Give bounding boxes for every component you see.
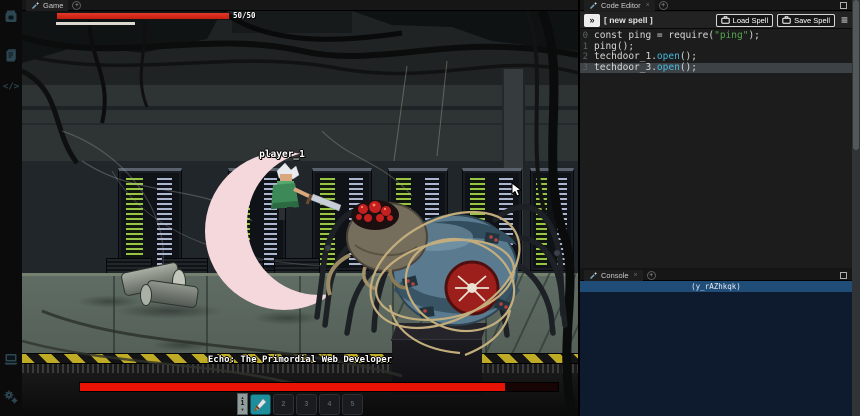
run-spell-button[interactable]: » (584, 14, 600, 27)
code-method: open (657, 52, 680, 63)
player-name-label: player_1 (227, 149, 337, 160)
code-text: (); (680, 52, 697, 63)
wand-icon (589, 271, 598, 280)
line-number: 0 (580, 31, 594, 42)
editor-toolbar: » [ new spell ] Load Spell Save Spell ≡ (580, 12, 852, 29)
player-health-text: 50/50 (233, 11, 256, 20)
spider-boss (317, 188, 565, 355)
game-panel: Game + (22, 0, 578, 416)
scrollbar[interactable] (852, 0, 860, 416)
journal-icon[interactable] (0, 44, 22, 66)
code-line[interactable]: 2techdoor_1.open(); (580, 52, 852, 63)
wand-icon (31, 1, 40, 10)
inventory-icon[interactable] (0, 5, 22, 27)
hotbar-slot-5[interactable]: 5 (342, 394, 363, 415)
boss-health-fill (80, 383, 505, 391)
briefcase-icon (782, 16, 791, 24)
hotbar: ▲ 1 ▼ 2 3 4 5 (237, 393, 363, 415)
app-root: </> Game + (0, 0, 860, 416)
sword-icon (252, 396, 269, 413)
game-tabbar: Game + (22, 0, 578, 11)
tab-console[interactable]: Console × (584, 270, 643, 281)
code-method: open (657, 63, 680, 74)
tab-game[interactable]: Game (26, 0, 68, 11)
code-editor-panel: Code Editor × + » [ new spell ] Load Spe… (580, 0, 852, 268)
line-number: 1 (580, 42, 594, 53)
hotbar-slot-2[interactable]: 2 (273, 394, 294, 415)
game-viewport[interactable]: 50/50 player_1 Echo: The Primordial Web … (22, 11, 578, 416)
console-body (580, 292, 852, 414)
hotbar-slot-4[interactable]: 4 (319, 394, 340, 415)
console-tab-label: Console (601, 271, 629, 280)
slot-number: 4 (328, 401, 332, 408)
player-health-bar (56, 12, 230, 20)
add-tab-button[interactable]: + (647, 271, 656, 280)
briefcase-icon (721, 16, 730, 24)
editor-menu-button[interactable]: ≡ (841, 14, 848, 26)
close-icon[interactable]: × (646, 2, 650, 9)
code-line-selected[interactable]: 3techdoor_3.open(); (580, 63, 852, 74)
load-spell-label: Load Spell (733, 16, 768, 25)
right-column: Code Editor × + » [ new spell ] Load Spe… (580, 0, 852, 416)
activity-bar: </> (0, 0, 22, 416)
code-icon[interactable]: </> (0, 76, 22, 98)
panel-expand-icon[interactable] (840, 272, 847, 279)
editor-tab-label: Code Editor (601, 1, 641, 10)
scrollbar-thumb[interactable] (853, 0, 859, 150)
console-panel: Console × + (y_rAZhkqk) (580, 270, 852, 416)
tab-code-editor[interactable]: Code Editor × (584, 0, 655, 11)
player-health-fill (57, 13, 229, 19)
load-spell-button[interactable]: Load Spell (716, 14, 773, 27)
console-entry[interactable]: (y_rAZhkqk) (580, 281, 852, 292)
close-icon[interactable]: × (634, 272, 638, 279)
player-stamina-bar (56, 22, 135, 25)
add-tab-button[interactable]: + (72, 1, 81, 10)
player-stamina-fill (56, 22, 135, 25)
settings-icon[interactable] (0, 386, 22, 408)
slot-number: 2 (282, 401, 286, 408)
wand-icon (589, 1, 598, 10)
boss-health-bar (79, 382, 559, 392)
game-tab-label: Game (43, 1, 63, 10)
line-number: 2 (580, 52, 594, 63)
code-text: const ping = require( (594, 31, 714, 42)
boss-name-label: Echo: The Primordial Web Developer (22, 355, 578, 365)
mouse-cursor-icon (512, 183, 521, 196)
hotbar-page-selector[interactable]: ▲ 1 ▼ (237, 393, 248, 415)
add-tab-button[interactable]: + (659, 1, 668, 10)
save-spell-button[interactable]: Save Spell (777, 14, 835, 27)
code-text: (); (680, 63, 697, 74)
hotbar-slot-1[interactable] (250, 394, 271, 415)
slot-number: 5 (351, 401, 355, 408)
code-text: ); (748, 31, 759, 42)
code-line[interactable]: 0const ping = require("ping"); (580, 31, 852, 42)
code-text: techdoor_1. (594, 52, 657, 63)
save-spell-label: Save Spell (794, 16, 830, 25)
laptop-icon[interactable] (0, 348, 22, 370)
panel-expand-icon[interactable] (840, 2, 847, 9)
code-string: "ping" (714, 31, 748, 42)
arrow-down-icon[interactable]: ▼ (241, 408, 245, 412)
code-brackets-glyph: </> (3, 82, 19, 92)
editor-tabbar: Code Editor × + (580, 0, 852, 11)
slot-number: 3 (305, 401, 309, 408)
spell-name: [ new spell ] (604, 15, 653, 25)
code-text: techdoor_3. (594, 63, 657, 74)
code-area[interactable]: 0const ping = require("ping"); 1ping(); … (580, 29, 852, 268)
line-number: 3 (580, 63, 594, 74)
console-tabbar: Console × + (580, 270, 852, 281)
hotbar-slot-3[interactable]: 3 (296, 394, 317, 415)
